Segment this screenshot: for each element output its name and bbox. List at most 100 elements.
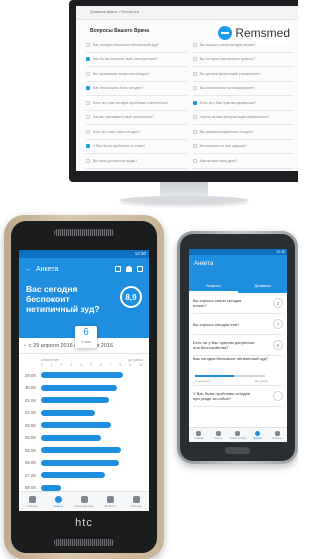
answer-value[interactable]: 7 [273,319,283,329]
checkbox-icon[interactable] [193,86,197,91]
question-row[interactable]: Вы хорошо спали сегодня ночью? 2 [193,293,283,314]
checkbox-icon[interactable] [86,158,90,163]
question-text: Вас беспокоила боль сегодня? [93,86,144,91]
question-item[interactable]: Вы пили достаточно воды? [86,154,187,169]
question-item[interactable]: Вы хорошо спали сегодня ночью? [193,38,294,53]
bar[interactable] [41,459,119,466]
question-item[interactable]: Вы делали физические упражнения? [193,67,294,82]
tab-1[interactable]: Главная [19,492,45,511]
question-text: Вы измеряли давление сегодня? [200,129,254,134]
question-item[interactable]: Вы сегодня чувствовали тревогу? [193,53,294,67]
bar-row: 03.06 [25,419,149,432]
bar-track [41,434,141,441]
monitor-screen: Дневник врача • Remsmed Вопросы Вашего В… [76,6,298,171]
checkbox-icon[interactable] [86,42,90,47]
bar[interactable] [41,372,123,379]
bar[interactable] [41,434,101,441]
checkbox-icon[interactable] [86,86,90,91]
scale-number: 7 [109,363,112,367]
checkbox-icon[interactable] [193,144,197,149]
bell-icon[interactable] [126,266,132,272]
checkbox-icon[interactable] [193,115,197,120]
bar-row: 06.06 [25,457,149,470]
bar[interactable] [41,447,121,454]
tab-2[interactable]: Анкета [209,428,229,442]
question-row[interactable]: Вы хорошо сегодня ели? 7 [193,314,283,335]
bar[interactable] [41,484,61,491]
tab-5[interactable]: Помощь [267,428,287,442]
tab-questions[interactable]: Вопросы [189,281,238,293]
checkbox-icon[interactable] [193,42,197,47]
question-item[interactable]: Беспокоила ли вас одышка? [193,140,294,154]
question-text: Беспокоила ли вас одышка? [200,144,247,149]
checkbox-icon[interactable] [86,71,90,76]
question-item[interactable]: Вас сегодня беспокоит нетипичный зуд? [86,38,187,53]
calendar-icon[interactable] [115,266,121,272]
question-text: Вы принимали лекарства сегодня? [93,71,150,76]
checkbox-icon[interactable] [86,144,90,149]
question-item[interactable]: Нужна ли вам консультация специалиста? [193,111,294,125]
home-button[interactable] [225,447,250,454]
question-item[interactable]: Как бы вы оценили своё самочувствие? [86,53,187,67]
bar[interactable] [41,409,95,416]
value-popup: 6 9 мая [75,326,97,348]
checkbox-icon[interactable] [86,115,90,120]
tab-label: Журнал [104,503,116,508]
bar[interactable] [41,397,109,404]
slider-track[interactable] [195,375,265,377]
answer-value[interactable] [273,391,283,401]
question-text: Вы сегодня чувствовали тревогу? [200,57,255,62]
bar-row: 02.06 [25,407,149,420]
question-item[interactable]: Есть ли у вас сегодня проблемы с аппетит… [86,96,187,111]
question-text: Вы хорошо спали сегодня ночью? [193,298,242,308]
back-arrow-icon[interactable]: ← [25,266,32,273]
samsung-screen: 12:30 Анкета Вопросы Динамика Вы хорошо … [189,249,287,442]
question-item[interactable]: Есть ли у вас отёки сегодня? [86,125,187,140]
checkbox-icon[interactable] [193,57,197,62]
tab-4[interactable]: Журнал [97,492,123,511]
checkbox-icon[interactable] [193,100,197,105]
answer-value[interactable]: 5 [273,340,283,350]
tab-5[interactable]: Помощь [123,492,149,511]
bar[interactable] [41,384,117,391]
answer-value[interactable]: 2 [273,298,283,308]
question-item[interactable]: Вы принимали лекарства сегодня? [86,67,187,82]
question-item[interactable]: Как вы оцениваете своё настроение? [86,111,187,125]
slider-question-text: Вас сегодня беспокоит нетипичный зуд? [193,356,269,361]
question-item[interactable]: Вы измеряли давление сегодня? [193,125,294,140]
question-item[interactable]: У Вас были проблемы со сном? [86,140,187,154]
checkbox-icon[interactable] [86,129,90,134]
tab-label: Самочувствие [74,503,94,508]
bar-track [41,472,141,479]
bar-row: 30.05 [25,382,149,395]
checkbox-icon[interactable] [193,129,197,134]
question-item[interactable]: Вы испытывали головокружение? [193,82,294,96]
tab-2[interactable]: Анкета [45,492,71,511]
tab-icon [215,430,221,436]
question-item[interactable]: Как прошёл ваш день? [193,154,294,169]
checkbox-icon[interactable] [86,57,90,62]
question-row[interactable]: Есть ли у Вас чувство депрессии или бесп… [193,335,283,356]
question-row[interactable]: У Вас были проблемы сегодня при уходе за… [193,386,283,407]
checkbox-icon[interactable] [193,71,197,76]
bar[interactable] [41,472,105,479]
bar[interactable] [41,422,111,429]
samsung-front: 12:30 Анкета Вопросы Динамика Вы хорошо … [180,234,295,461]
tab-dynamics[interactable]: Динамика [238,281,287,293]
tab-3[interactable]: Самочувствие [71,492,97,511]
bar-track [41,372,141,379]
question-item[interactable]: Есть ли у Вас чувство депрессии? [193,96,294,111]
question-text: Как вы оцениваете своё настроение? [93,115,154,120]
chevron-left-icon[interactable]: ‹ [24,343,26,349]
slider-fill [195,375,234,377]
checkbox-icon[interactable] [86,100,90,105]
tab-3[interactable]: Самочувствие [228,428,248,442]
question-item[interactable]: Вас беспокоила боль сегодня? [86,82,187,96]
bar-date-label: 29.05 [25,372,36,378]
slider-question[interactable]: Вас сегодня беспокоит нетипичный зуд? Сов… [193,356,283,386]
app-title: Анкета [36,265,59,273]
tab-4[interactable]: Журнал [248,428,268,442]
checkbox-icon[interactable] [193,158,197,163]
tab-1[interactable]: Главная [189,428,209,442]
message-icon[interactable] [137,266,143,272]
